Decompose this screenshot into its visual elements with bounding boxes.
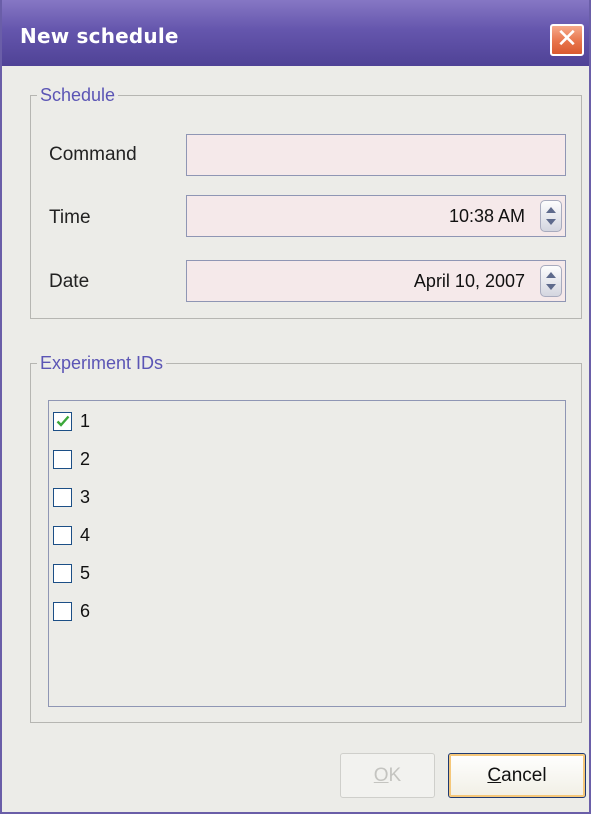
- cancel-mnemonic: C: [487, 764, 502, 786]
- time-value: 10:38 AM: [448, 205, 525, 226]
- command-label: Command: [49, 144, 137, 165]
- list-item-label: 2: [80, 448, 91, 469]
- list-item-6[interactable]: 6: [53, 599, 90, 623]
- title-bar[interactable]: New schedule ✕: [2, 0, 589, 66]
- command-field[interactable]: [186, 134, 566, 176]
- date-value: April 10, 2007: [413, 270, 525, 291]
- checkmark-icon: [56, 415, 69, 427]
- ok-mnemonic: O: [373, 764, 389, 786]
- checkbox-6[interactable]: [53, 601, 72, 621]
- schedule-group-title: Schedule: [37, 84, 119, 106]
- date-label: Date: [49, 271, 90, 292]
- list-item-label: 1: [80, 410, 91, 431]
- list-item-1[interactable]: 1: [53, 409, 90, 433]
- list-item-label: 6: [80, 600, 91, 621]
- cancel-label-rest: ancel: [501, 764, 547, 786]
- cancel-button[interactable]: Cancel: [448, 753, 586, 798]
- ok-label-rest: K: [388, 764, 402, 786]
- close-icon[interactable]: ✕: [550, 24, 584, 56]
- experiment-ids-group-title: Experiment IDs: [37, 352, 167, 374]
- ok-button[interactable]: OK: [340, 753, 435, 798]
- list-item-4[interactable]: 4: [53, 523, 90, 547]
- time-spinner-icon[interactable]: [540, 200, 562, 232]
- spinner-down-icon[interactable]: [546, 284, 556, 290]
- list-item-3[interactable]: 3: [53, 485, 90, 509]
- experiment-ids-list[interactable]: 1 2 3 4 5 6: [48, 400, 566, 707]
- time-field[interactable]: 10:38 AM: [186, 195, 566, 237]
- checkbox-5[interactable]: [53, 563, 72, 583]
- new-schedule-dialog: New schedule ✕ Schedule Command Time 10:…: [0, 0, 591, 814]
- spinner-up-icon[interactable]: [546, 272, 556, 278]
- list-item-label: 3: [80, 486, 91, 507]
- list-item-5[interactable]: 5: [53, 561, 90, 585]
- time-label: Time: [49, 207, 91, 228]
- date-spinner-icon[interactable]: [540, 265, 562, 297]
- list-item-2[interactable]: 2: [53, 447, 90, 471]
- spinner-up-icon[interactable]: [546, 207, 556, 213]
- date-field[interactable]: April 10, 2007: [186, 260, 566, 302]
- checkbox-2[interactable]: [53, 449, 72, 469]
- checkbox-3[interactable]: [53, 487, 72, 507]
- spinner-down-icon[interactable]: [546, 219, 556, 225]
- checkbox-4[interactable]: [53, 525, 72, 545]
- checkbox-1[interactable]: [53, 411, 72, 431]
- list-item-label: 5: [80, 562, 91, 583]
- dialog-title: New schedule: [20, 24, 179, 48]
- list-item-label: 4: [80, 524, 91, 545]
